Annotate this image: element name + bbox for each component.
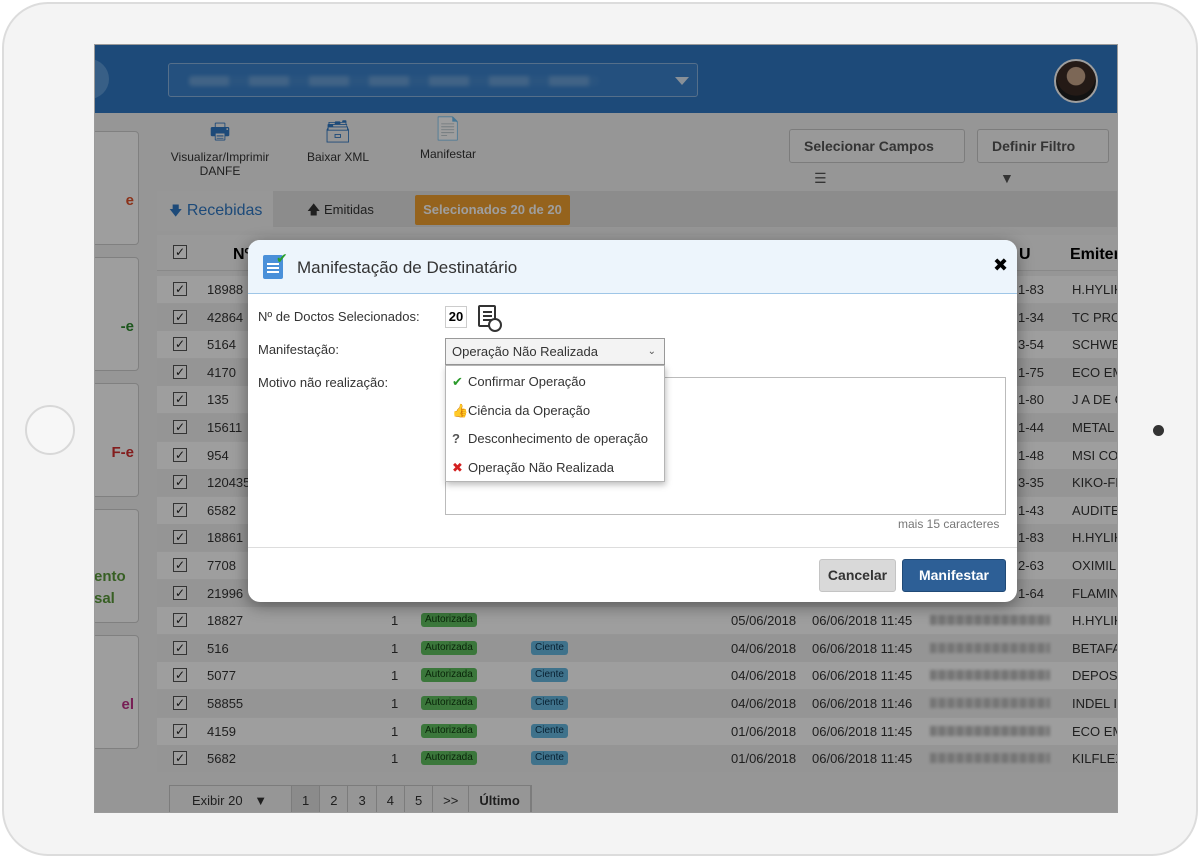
question-icon: ? [452, 431, 460, 446]
selected-docs-count: 20 [445, 306, 467, 328]
manifest-type-dropdown: ✔ Confirmar Operação 👍Ciência da Operação?… [445, 365, 665, 482]
dialog-header: ✔ Manifestação de Destinatário ✖ [248, 240, 1017, 294]
document-list-icon[interactable] [478, 305, 502, 332]
reason-label: Motivo não realização: [258, 375, 389, 390]
option-unknown-operation[interactable]: ? Desconhecimento de operação [452, 429, 648, 449]
option-label: Confirmar Operação [468, 374, 586, 389]
close-icon[interactable]: ✖ [993, 255, 1008, 276]
option-label: Ciência da Operação [468, 402, 591, 418]
option-operation-awareness[interactable]: 👍Ciência da Operação [452, 401, 590, 421]
selected-docs-label: Nº de Doctos Selecionados: [258, 309, 420, 324]
option-confirm-operation[interactable]: ✔ Confirmar Operação [452, 372, 586, 392]
manifest-type-select[interactable]: Operação Não Realizada ⌄ [445, 338, 665, 365]
x-icon: ✖ [452, 459, 463, 475]
home-button[interactable] [25, 405, 75, 455]
manifest-type-label: Manifestação: [258, 342, 339, 357]
dialog-title: Manifestação de Destinatário [297, 258, 518, 277]
chars-remaining-hint: mais 15 caracteres [898, 517, 1000, 531]
manifest-submit-button[interactable]: Manifestar [902, 559, 1006, 592]
check-icon: ✔ [276, 250, 288, 266]
cancel-button[interactable]: Cancelar [819, 559, 896, 592]
manifest-type-value: Operação Não Realizada [452, 344, 598, 359]
camera-dot [1153, 425, 1164, 436]
check-icon: ✔ [452, 374, 463, 389]
option-operation-not-performed[interactable]: ✖ Operação Não Realizada [452, 458, 614, 478]
chevron-down-icon: ⌄ [647, 346, 656, 357]
thumbs-up-icon: 👍 [452, 402, 469, 418]
option-label: Desconhecimento de operação [468, 431, 648, 446]
dialog-divider [248, 547, 1017, 548]
manifest-dialog: ✔ Manifestação de Destinatário ✖ Nº de D… [248, 240, 1017, 602]
option-label: Operação Não Realizada [468, 459, 614, 475]
